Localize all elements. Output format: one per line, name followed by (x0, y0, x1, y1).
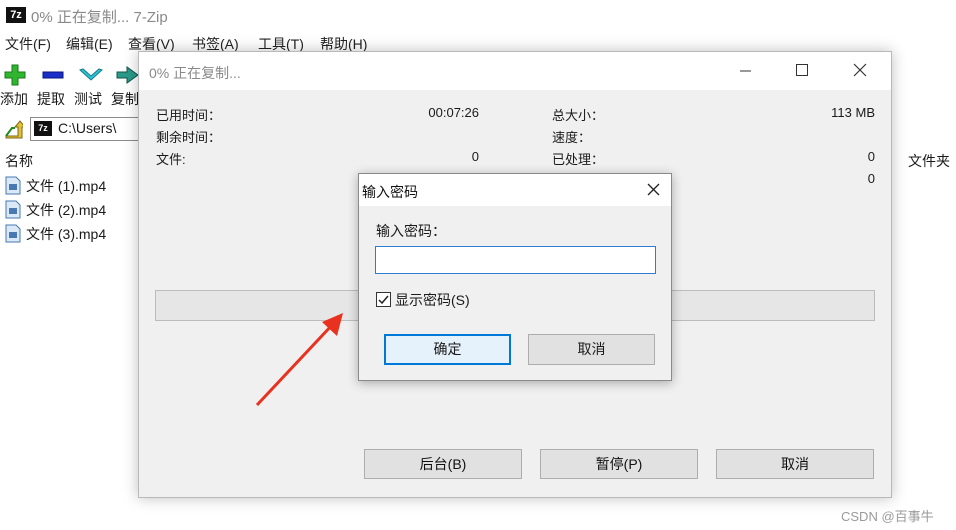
test-label: 测试 (74, 91, 102, 107)
background-button[interactable]: 后台(B) (364, 449, 522, 479)
folder-up-icon[interactable] (3, 119, 23, 139)
extract-button[interactable]: 提取 (37, 60, 73, 110)
cancel-button[interactable]: 取消 (528, 334, 655, 365)
password-prompt-label: 输入密码： (376, 223, 446, 239)
address-input[interactable]: 7z C:\Users\ (30, 117, 150, 141)
checkmark-icon (378, 295, 389, 305)
column-header-name[interactable]: 名称 (5, 151, 33, 171)
minimize-button[interactable] (723, 52, 769, 90)
speed-label: 速度： (552, 130, 592, 145)
add-label: 添加 (0, 91, 28, 107)
cancel-copy-button[interactable]: 取消 (716, 449, 874, 479)
files-value: 0 (471, 149, 479, 164)
copy-label: 复制 (111, 91, 139, 107)
archive-icon: 7z (34, 121, 52, 136)
toolbar: 添加 提取 测试 复制 (0, 60, 140, 110)
elapsed-time-label: 已用时间： (156, 108, 222, 123)
check-chevron-icon (79, 68, 103, 81)
progress-dialog-title: 0% 正在复制... (149, 65, 241, 81)
progress-dialog-titlebar: 0% 正在复制... (139, 52, 891, 90)
watermark: CSDN @百事牛 (841, 509, 934, 524)
files-label: 文件: (156, 152, 186, 167)
password-dialog-close-button[interactable] (635, 174, 671, 206)
minimize-icon (740, 70, 751, 72)
close-icon (853, 63, 867, 77)
file-list-item[interactable]: 文件 (1).mp4 (5, 174, 140, 196)
add-button[interactable]: 添加 (0, 60, 36, 110)
password-dialog-title: 输入密码 (362, 184, 418, 200)
video-file-icon (5, 176, 21, 195)
app-logo: 7z (6, 7, 26, 23)
main-title-bar: 7z 0% 正在复制... 7-Zip (0, 0, 956, 32)
plus-icon (4, 64, 26, 86)
extract-label: 提取 (37, 91, 65, 107)
close-button[interactable] (837, 52, 883, 90)
column-header-folder[interactable]: 文件夹 (908, 151, 950, 171)
file-name: 文件 (1).mp4 (26, 178, 107, 194)
video-file-icon (5, 200, 21, 219)
address-text: C:\Users\ (58, 120, 117, 136)
file-list-item[interactable]: 文件 (3).mp4 (5, 222, 140, 244)
processed-label: 已处理： (552, 152, 605, 167)
remaining-time-label: 剩余时间： (156, 130, 222, 145)
main-window-title: 0% 正在复制... 7-Zip (31, 9, 168, 26)
file-list-item[interactable]: 文件 (2).mp4 (5, 198, 140, 220)
processed-value: 0 (867, 149, 875, 164)
pause-button[interactable]: 暂停(P) (540, 449, 698, 479)
show-password-checkbox[interactable] (376, 292, 391, 307)
total-size-value: 113 MB (831, 105, 875, 120)
password-dialog: 输入密码 输入密码： 显示密码(S) 确定 取消 (358, 173, 672, 381)
maximize-button[interactable] (779, 52, 825, 90)
address-bar: 7z C:\Users\ (0, 116, 150, 142)
compressed-size-value: 0 (867, 171, 875, 186)
maximize-icon (796, 64, 808, 76)
elapsed-time-value: 00:07:26 (428, 105, 479, 120)
ok-button[interactable]: 确定 (384, 334, 511, 365)
menu-edit[interactable]: 编辑(E) (66, 34, 113, 54)
menu-file[interactable]: 文件(F) (5, 34, 51, 54)
test-button[interactable]: 测试 (74, 60, 110, 110)
close-icon (647, 183, 660, 196)
file-name: 文件 (3).mp4 (26, 226, 107, 242)
minus-icon (42, 71, 64, 79)
password-dialog-titlebar: 输入密码 (359, 174, 671, 206)
video-file-icon (5, 224, 21, 243)
file-name: 文件 (2).mp4 (26, 202, 107, 218)
show-password-label[interactable]: 显示密码(S) (395, 290, 470, 310)
password-input[interactable] (375, 246, 656, 274)
total-size-label: 总大小： (552, 108, 605, 123)
